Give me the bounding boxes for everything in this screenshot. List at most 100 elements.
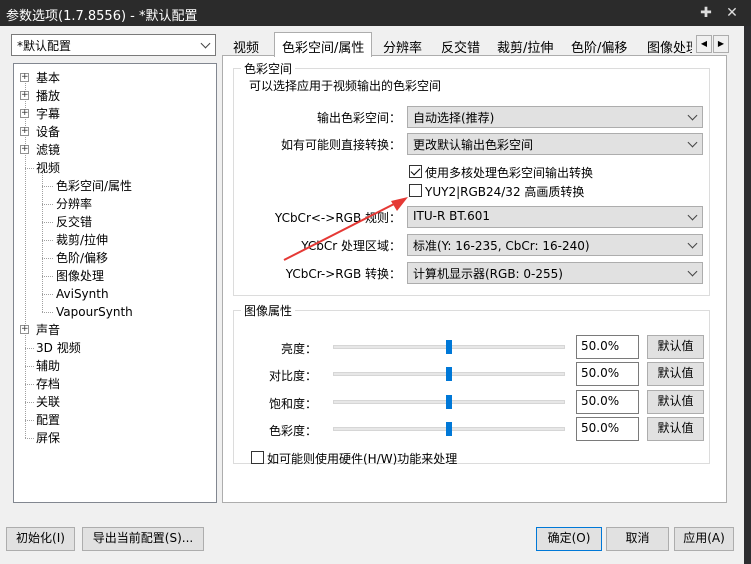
tree-item[interactable]: 反交错 [56,213,92,231]
tree-item-label: 3D 视频 [36,341,81,355]
settings-panel: 色彩空间 可以选择应用于视频输出的色彩空间 输出色彩空间： 自动选择(推荐) 如… [222,55,727,503]
tree-item[interactable]: 基本 [36,69,60,87]
title-bar: 参数选项(1.7.8556) - *默认配置 ✚ ✕ [0,0,751,26]
tree-connector [25,168,34,169]
output-colorspace-label: 输出色彩空间： [316,111,401,125]
tree-connector [25,348,34,349]
tab[interactable]: 色阶/偏移 [564,35,634,56]
image-prop-value-field[interactable]: 50.0% [576,417,639,441]
tree-item[interactable]: 声音 [36,321,60,339]
yuy2-label[interactable]: YUY2|RGB24/32 高画质转换 [425,183,584,200]
image-prop-value-field[interactable]: 50.0% [576,390,639,414]
tab[interactable]: 视频 [226,35,266,56]
direct-convert-value: 更改默认输出色彩空间 [413,138,534,152]
multicore-checkbox[interactable] [409,165,422,178]
tree-item[interactable]: 关联 [36,393,60,411]
tree-item-label: 视频 [36,161,61,175]
ycbcr-convert-label: YCbCr->RGB 转换： [285,267,401,281]
ycbcr-convert-select[interactable]: 计算机显示器(RGB: 0-255) [407,262,703,284]
tree-item-label: 播放 [36,89,61,103]
pin-icon[interactable]: ✚ [696,3,716,23]
tab[interactable]: 裁剪/拉伸 [490,35,560,56]
close-icon[interactable]: ✕ [722,3,742,23]
tree-item[interactable]: 3D 视频 [36,339,81,357]
expand-icon[interactable]: + [20,325,29,334]
tree-connector [42,186,53,187]
tree-item[interactable]: AviSynth [56,285,109,303]
chevron-down-icon [689,240,697,248]
chevron-down-icon [689,268,697,276]
tree-item[interactable]: 播放 [36,87,60,105]
settings-tree[interactable]: 基本 + 播放 + 字幕 + 设备 + 滤镜 + 视频色彩空间/属性 分辨率反交错 裁剪/拉伸色阶/偏移… [13,63,217,503]
expand-icon[interactable]: + [20,73,29,82]
expand-icon[interactable]: + [20,145,29,154]
export-config-button[interactable]: 导出当前配置(S)... [82,527,204,551]
multicore-label[interactable]: 使用多核处理色彩空间输出转换 [425,164,593,181]
colorspace-group-title: 色彩空间 [241,60,296,77]
apply-button[interactable]: 应用(A) [674,527,734,551]
chevron-down-icon [689,139,697,147]
image-prop-value-field[interactable]: 50.0% [576,335,639,359]
tab[interactable]: 分辨率 [376,35,429,56]
tree-item[interactable]: VapourSynth [56,303,133,321]
tree-item-label: 滤镜 [36,143,61,157]
tab[interactable]: 色彩空间/属性 [274,32,373,57]
tree-item[interactable]: 分辨率 [56,195,92,213]
tree-connector [42,222,53,223]
reset-default-button[interactable]: 默认值 [647,362,704,386]
tree-item[interactable]: 裁剪/拉伸 [56,231,108,249]
ycbcr-range-select[interactable]: 标准(Y: 16-235, CbCr: 16-240) [407,234,703,256]
tree-connector [25,384,34,385]
tab-scroll-left-icon[interactable]: ◀ [696,35,712,53]
ycbcr-range-value: 标准(Y: 16-235, CbCr: 16-240) [413,239,590,253]
tree-item[interactable]: 色彩空间/属性 [56,177,132,195]
tree-connector [25,402,34,403]
direct-convert-select[interactable]: 更改默认输出色彩空间 [407,133,703,155]
ok-button[interactable]: 确定(O) [536,527,602,551]
tree-item-label: 存档 [36,377,61,391]
tree-item[interactable]: 配置 [36,411,60,429]
tab[interactable]: 反交错 [434,35,487,56]
slider-thumb[interactable] [446,367,452,381]
expand-icon[interactable]: + [20,91,29,100]
tree-item[interactable]: 滤镜 [36,141,60,159]
tab-scroll-right-icon[interactable]: ▶ [713,35,729,53]
tree-item-label: 图像处理 [56,269,105,283]
tree-item[interactable]: 色阶/偏移 [56,249,108,267]
profile-select[interactable]: *默认配置 [11,34,216,56]
tree-item[interactable]: 图像处理 [56,267,104,285]
tab[interactable]: 图像处理 [640,35,692,56]
cancel-button[interactable]: 取消 [606,527,669,551]
tree-item-label: 色阶/偏移 [56,251,109,265]
slider-thumb[interactable] [446,422,452,436]
hardware-label[interactable]: 如可能则使用硬件(H/W)功能来处理 [267,450,457,467]
preferences-dialog: *默认配置 基本 + 播放 + 字幕 + 设备 + 滤镜 + 视频 色彩空间/属性 分辨率 反交错 裁剪/拉… [0,26,751,564]
reset-default-button[interactable]: 默认值 [647,390,704,414]
tree-item[interactable]: 辅助 [36,357,60,375]
tree-item-label: 基本 [36,71,61,85]
tree-item-label: 字幕 [36,107,61,121]
expand-icon[interactable]: + [20,127,29,136]
hardware-checkbox[interactable] [251,451,264,464]
tree-item[interactable]: 字幕 [36,105,60,123]
slider-thumb[interactable] [446,340,452,354]
output-colorspace-value: 自动选择(推荐) [413,111,495,125]
tree-item-label: 分辨率 [56,197,93,211]
init-button[interactable]: 初始化(I) [6,527,75,551]
image-prop-label: 饱和度： [268,397,317,411]
profile-select-value: *默认配置 [17,39,72,53]
yuy2-checkbox[interactable] [409,184,422,197]
output-colorspace-select[interactable]: 自动选择(推荐) [407,106,703,128]
tree-item[interactable]: 屏保 [36,429,60,447]
reset-default-button[interactable]: 默认值 [647,417,704,441]
reset-default-button[interactable]: 默认值 [647,335,704,359]
slider-thumb[interactable] [446,395,452,409]
tree-item-label: 色彩空间/属性 [56,179,133,193]
expand-icon[interactable]: + [20,109,29,118]
tree-item[interactable]: 设备 [36,123,60,141]
image-prop-value-field[interactable]: 50.0% [576,362,639,386]
tree-item[interactable]: 视频 [36,159,60,177]
tab-strip: 图像处理色阶/偏移裁剪/拉伸反交错分辨率色彩空间/属性视频 ◀ ▶ [222,32,744,57]
tree-item[interactable]: 存档 [36,375,60,393]
ycbcr-rgb-rule-select[interactable]: ITU-R BT.601 [407,206,703,228]
